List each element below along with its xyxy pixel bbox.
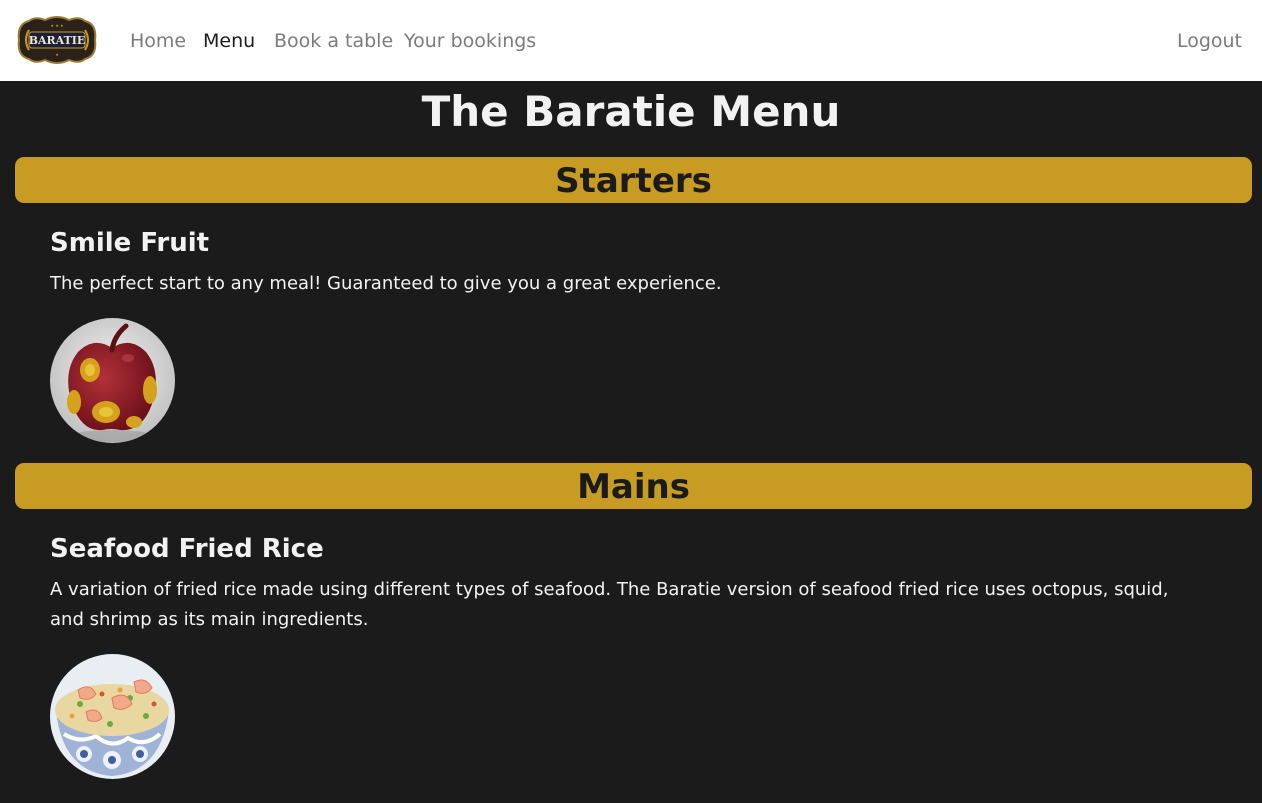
logo-text: BARATIE bbox=[29, 34, 86, 47]
section-heading-mains: Mains bbox=[15, 463, 1252, 509]
nav-link-menu[interactable]: Menu bbox=[203, 28, 255, 54]
nav-link-your-bookings[interactable]: Your bookings bbox=[404, 28, 536, 54]
menu-item-title: Seafood Fried Rice bbox=[50, 534, 324, 564]
nav-link-book-a-table[interactable]: Book a table bbox=[274, 28, 393, 54]
navbar: BARATIE ★ ★ ★ ★ Home Menu Book a table Y… bbox=[0, 0, 1262, 81]
svg-text:★ ★ ★: ★ ★ ★ bbox=[50, 23, 64, 28]
page-title: The Baratie Menu bbox=[421, 87, 841, 136]
menu-item-title: Smile Fruit bbox=[50, 228, 210, 258]
section-heading-starters: Starters bbox=[15, 157, 1252, 203]
baratie-logo[interactable]: BARATIE ★ ★ ★ ★ bbox=[15, 14, 99, 66]
svg-text:★: ★ bbox=[55, 52, 59, 57]
menu-item-description: The perfect start to any meal! Guarantee… bbox=[50, 273, 722, 294]
logout-link[interactable]: Logout bbox=[1177, 28, 1242, 54]
menu-item-description: A variation of fried rice made using dif… bbox=[50, 579, 1169, 630]
smile-fruit-image bbox=[50, 318, 175, 443]
seafood-fried-rice-image bbox=[50, 654, 175, 779]
nav-link-home[interactable]: Home bbox=[130, 28, 186, 54]
